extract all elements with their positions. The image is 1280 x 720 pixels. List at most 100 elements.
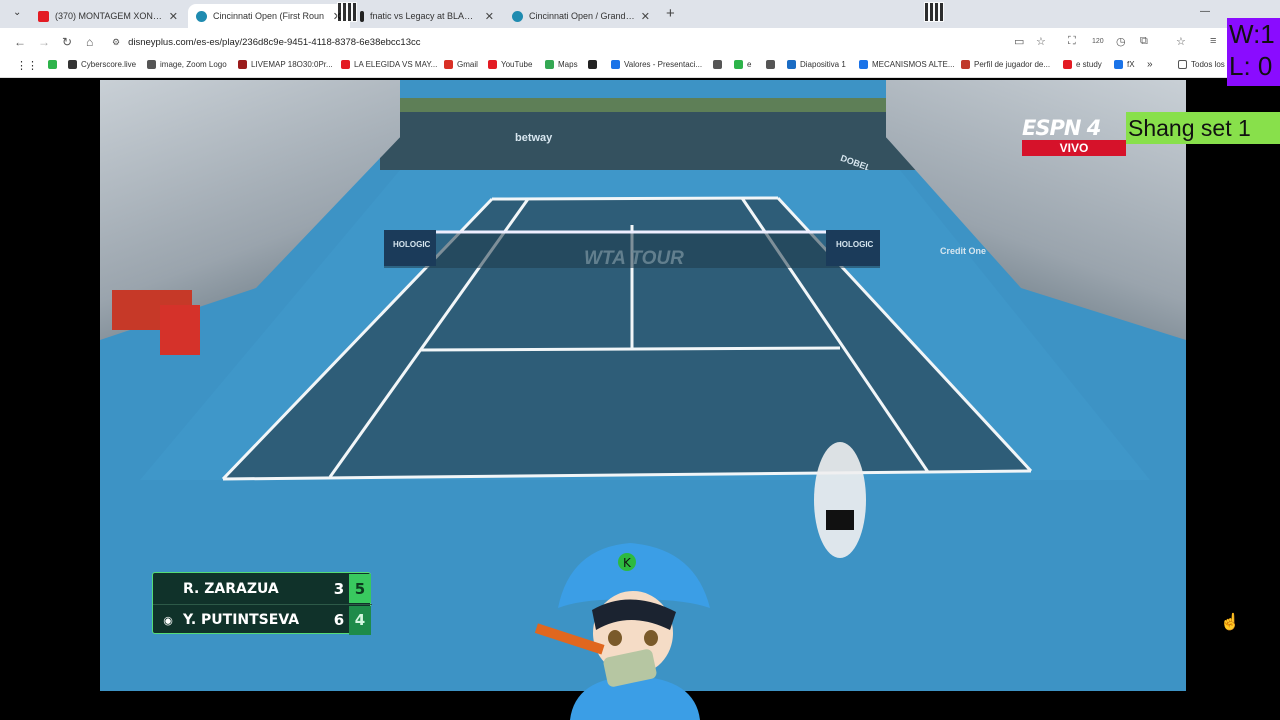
bookmark-label: LIVEMAP 18O30:0Pr... <box>251 60 333 69</box>
forward-icon[interactable]: → <box>38 35 50 49</box>
bookmark-item[interactable]: Diapositiva 1 <box>787 60 846 69</box>
player-name: Y. PUTINTSEVA <box>183 612 300 628</box>
close-tab-icon[interactable]: ✕ <box>479 10 494 23</box>
site-info-icon[interactable]: ⚙ <box>112 37 120 48</box>
svg-text:K: K <box>623 556 632 570</box>
network-logo: ESPN 4 <box>1022 116 1101 140</box>
bookmark-item[interactable]: Gmail <box>444 60 478 69</box>
tab-search-icon[interactable]: ⌄ <box>13 7 21 18</box>
qr-code-icon <box>337 2 357 22</box>
screenshot-icon[interactable]: ⛶ <box>1068 35 1076 48</box>
bookmark-item[interactable]: YouTube <box>488 60 532 69</box>
bookmark-favicon-icon <box>545 60 554 69</box>
scoreboard-row-player-2: ◉ Y. PUTINTSEVA 6 4 <box>153 604 372 635</box>
current-set-score: 4 <box>349 605 371 635</box>
bookmark-label: Gmail <box>457 60 478 69</box>
bookmark-item[interactable]: Cyberscore.live <box>68 60 136 69</box>
player-name: R. ZARAZUA <box>183 580 279 597</box>
menu-icon[interactable]: ≡ <box>1210 35 1216 47</box>
tab-fnatic-vs-legacy[interactable]: fnatic vs Legacy at BLAST Boun ✕ <box>352 4 502 28</box>
bookmark-item[interactable] <box>766 60 779 69</box>
current-set-score: 5 <box>349 574 371 603</box>
bookmarks-star-icon[interactable]: ☆ <box>1176 35 1186 48</box>
bookmark-label: Valores - Presentaci... <box>624 60 703 69</box>
extension-icon <box>48 60 57 69</box>
bookmark-favicon-icon <box>444 60 453 69</box>
bookmark-item[interactable]: image, Zoom Logo <box>147 60 227 69</box>
extension-icon[interactable]: 120 <box>1092 38 1104 45</box>
bookmark-favicon-icon <box>713 60 722 69</box>
bookmark-item[interactable] <box>48 60 61 69</box>
win-loss-counter: W:1 L: 0 <box>1227 18 1280 86</box>
extensions-puzzle-icon[interactable]: ⧉ <box>1140 35 1148 48</box>
bookmark-item[interactable] <box>713 60 726 69</box>
bookmark-star-icon[interactable]: ☆ <box>1036 35 1046 48</box>
losses-count: L: 0 <box>1229 51 1273 81</box>
bookmark-item[interactable]: LIVEMAP 18O30:0Pr... <box>238 60 333 69</box>
tab-cincinnati-grandstand[interactable]: Cincinnati Open / Grandstand ✕ <box>504 4 658 28</box>
bookmark-favicon-icon <box>488 60 497 69</box>
bookmark-label: Perfil de jugador de... <box>974 60 1051 69</box>
bookmark-item[interactable] <box>588 60 601 69</box>
folder-icon <box>1178 60 1187 69</box>
bookmark-item[interactable]: e study <box>1063 60 1102 69</box>
mouse-cursor-icon: ☝ <box>1220 614 1240 631</box>
bookmark-favicon-icon <box>766 60 775 69</box>
bookmark-item[interactable]: fX <box>1114 60 1135 69</box>
bookmark-favicon-icon <box>68 60 77 69</box>
close-tab-icon[interactable]: ✕ <box>163 10 178 23</box>
reload-icon[interactable]: ↻ <box>62 35 72 49</box>
set-note-overlay: Shang set 1 <box>1126 112 1280 144</box>
tab-cincinnati-first-round[interactable]: Cincinnati Open (First Roun ✕ <box>188 4 350 28</box>
bookmark-item[interactable]: Maps <box>545 60 578 69</box>
bookmark-item[interactable]: LA ELEGIDA VS MAY... <box>341 60 437 69</box>
bookmark-item[interactable]: MECANISMOS ALTE... <box>859 60 955 69</box>
close-tab-icon[interactable]: ✕ <box>635 10 650 23</box>
tennis-ball-icon: ◉ <box>163 613 173 627</box>
minimize-button[interactable]: — <box>1200 6 1210 17</box>
cast-icon[interactable]: ▭ <box>1014 35 1024 48</box>
live-badge: VIVO <box>1022 140 1126 156</box>
sideline-sign: Credit One <box>940 246 987 256</box>
bookmark-favicon-icon <box>734 60 743 69</box>
bookmark-favicon-icon <box>1114 60 1123 69</box>
url-field[interactable]: ⚙ disneyplus.com/es-es/play/236d8c9e-945… <box>112 32 1012 52</box>
history-icon[interactable]: ◷ <box>1116 35 1126 48</box>
new-tab-button[interactable]: + <box>666 5 675 22</box>
more-bookmarks-icon[interactable]: » <box>1147 59 1153 70</box>
bookmark-label: Cyberscore.live <box>81 60 137 69</box>
streamer-avatar: K <box>534 543 710 720</box>
bookmark-favicon-icon <box>588 60 597 69</box>
bookmarks-bar: ⋮⋮ Cyberscore.live image, Zoom Logo LIVEMA… <box>0 56 1280 78</box>
disney-icon <box>512 10 523 22</box>
scoreboard: R. ZARAZUA 3 5 ◉ Y. PUTINTSEVA 6 4 <box>152 572 372 635</box>
bookmark-label: Maps <box>558 60 578 69</box>
apps-grid-icon[interactable]: ⋮⋮ <box>16 59 38 72</box>
home-icon[interactable]: ⌂ <box>86 35 93 49</box>
bookmark-item[interactable]: e <box>734 60 751 69</box>
bookmark-favicon-icon <box>147 60 156 69</box>
bookmark-item[interactable]: Valores - Presentaci... <box>611 60 702 69</box>
bookmark-favicon-icon <box>341 60 350 69</box>
tab-youtube[interactable]: (370) MONTAGEM XONADA - Y ✕ <box>30 4 186 28</box>
disney-icon <box>196 10 207 22</box>
tab-strip: ⌄ (370) MONTAGEM XONADA - Y ✕ Cincinnati… <box>0 0 1280 28</box>
bookmark-favicon-icon <box>611 60 620 69</box>
qr-code-icon <box>924 2 944 22</box>
bookmark-favicon-icon <box>859 60 868 69</box>
all-bookmarks-folder[interactable]: Todos los <box>1178 60 1225 69</box>
wins-count: W:1 <box>1229 19 1275 49</box>
tab-favicon-icon <box>360 10 364 22</box>
bookmark-favicon-icon <box>787 60 796 69</box>
bookmark-favicon-icon <box>1063 60 1072 69</box>
bookmark-item[interactable]: Perfil de jugador de... <box>961 60 1050 69</box>
bookmark-favicon-icon <box>961 60 970 69</box>
court-logo: WTA TOUR <box>584 248 684 269</box>
back-icon[interactable]: ← <box>14 35 26 49</box>
net-sign-left: HOLOGIC <box>393 240 431 249</box>
bookmark-label: LA ELEGIDA VS MAY... <box>354 60 438 69</box>
url-text: disneyplus.com/es-es/play/236d8c9e-9451-… <box>128 36 421 48</box>
bookmark-label: YouTube <box>501 60 533 69</box>
bookmark-label: image, Zoom Logo <box>160 60 227 69</box>
set-score: 3 <box>333 579 345 598</box>
